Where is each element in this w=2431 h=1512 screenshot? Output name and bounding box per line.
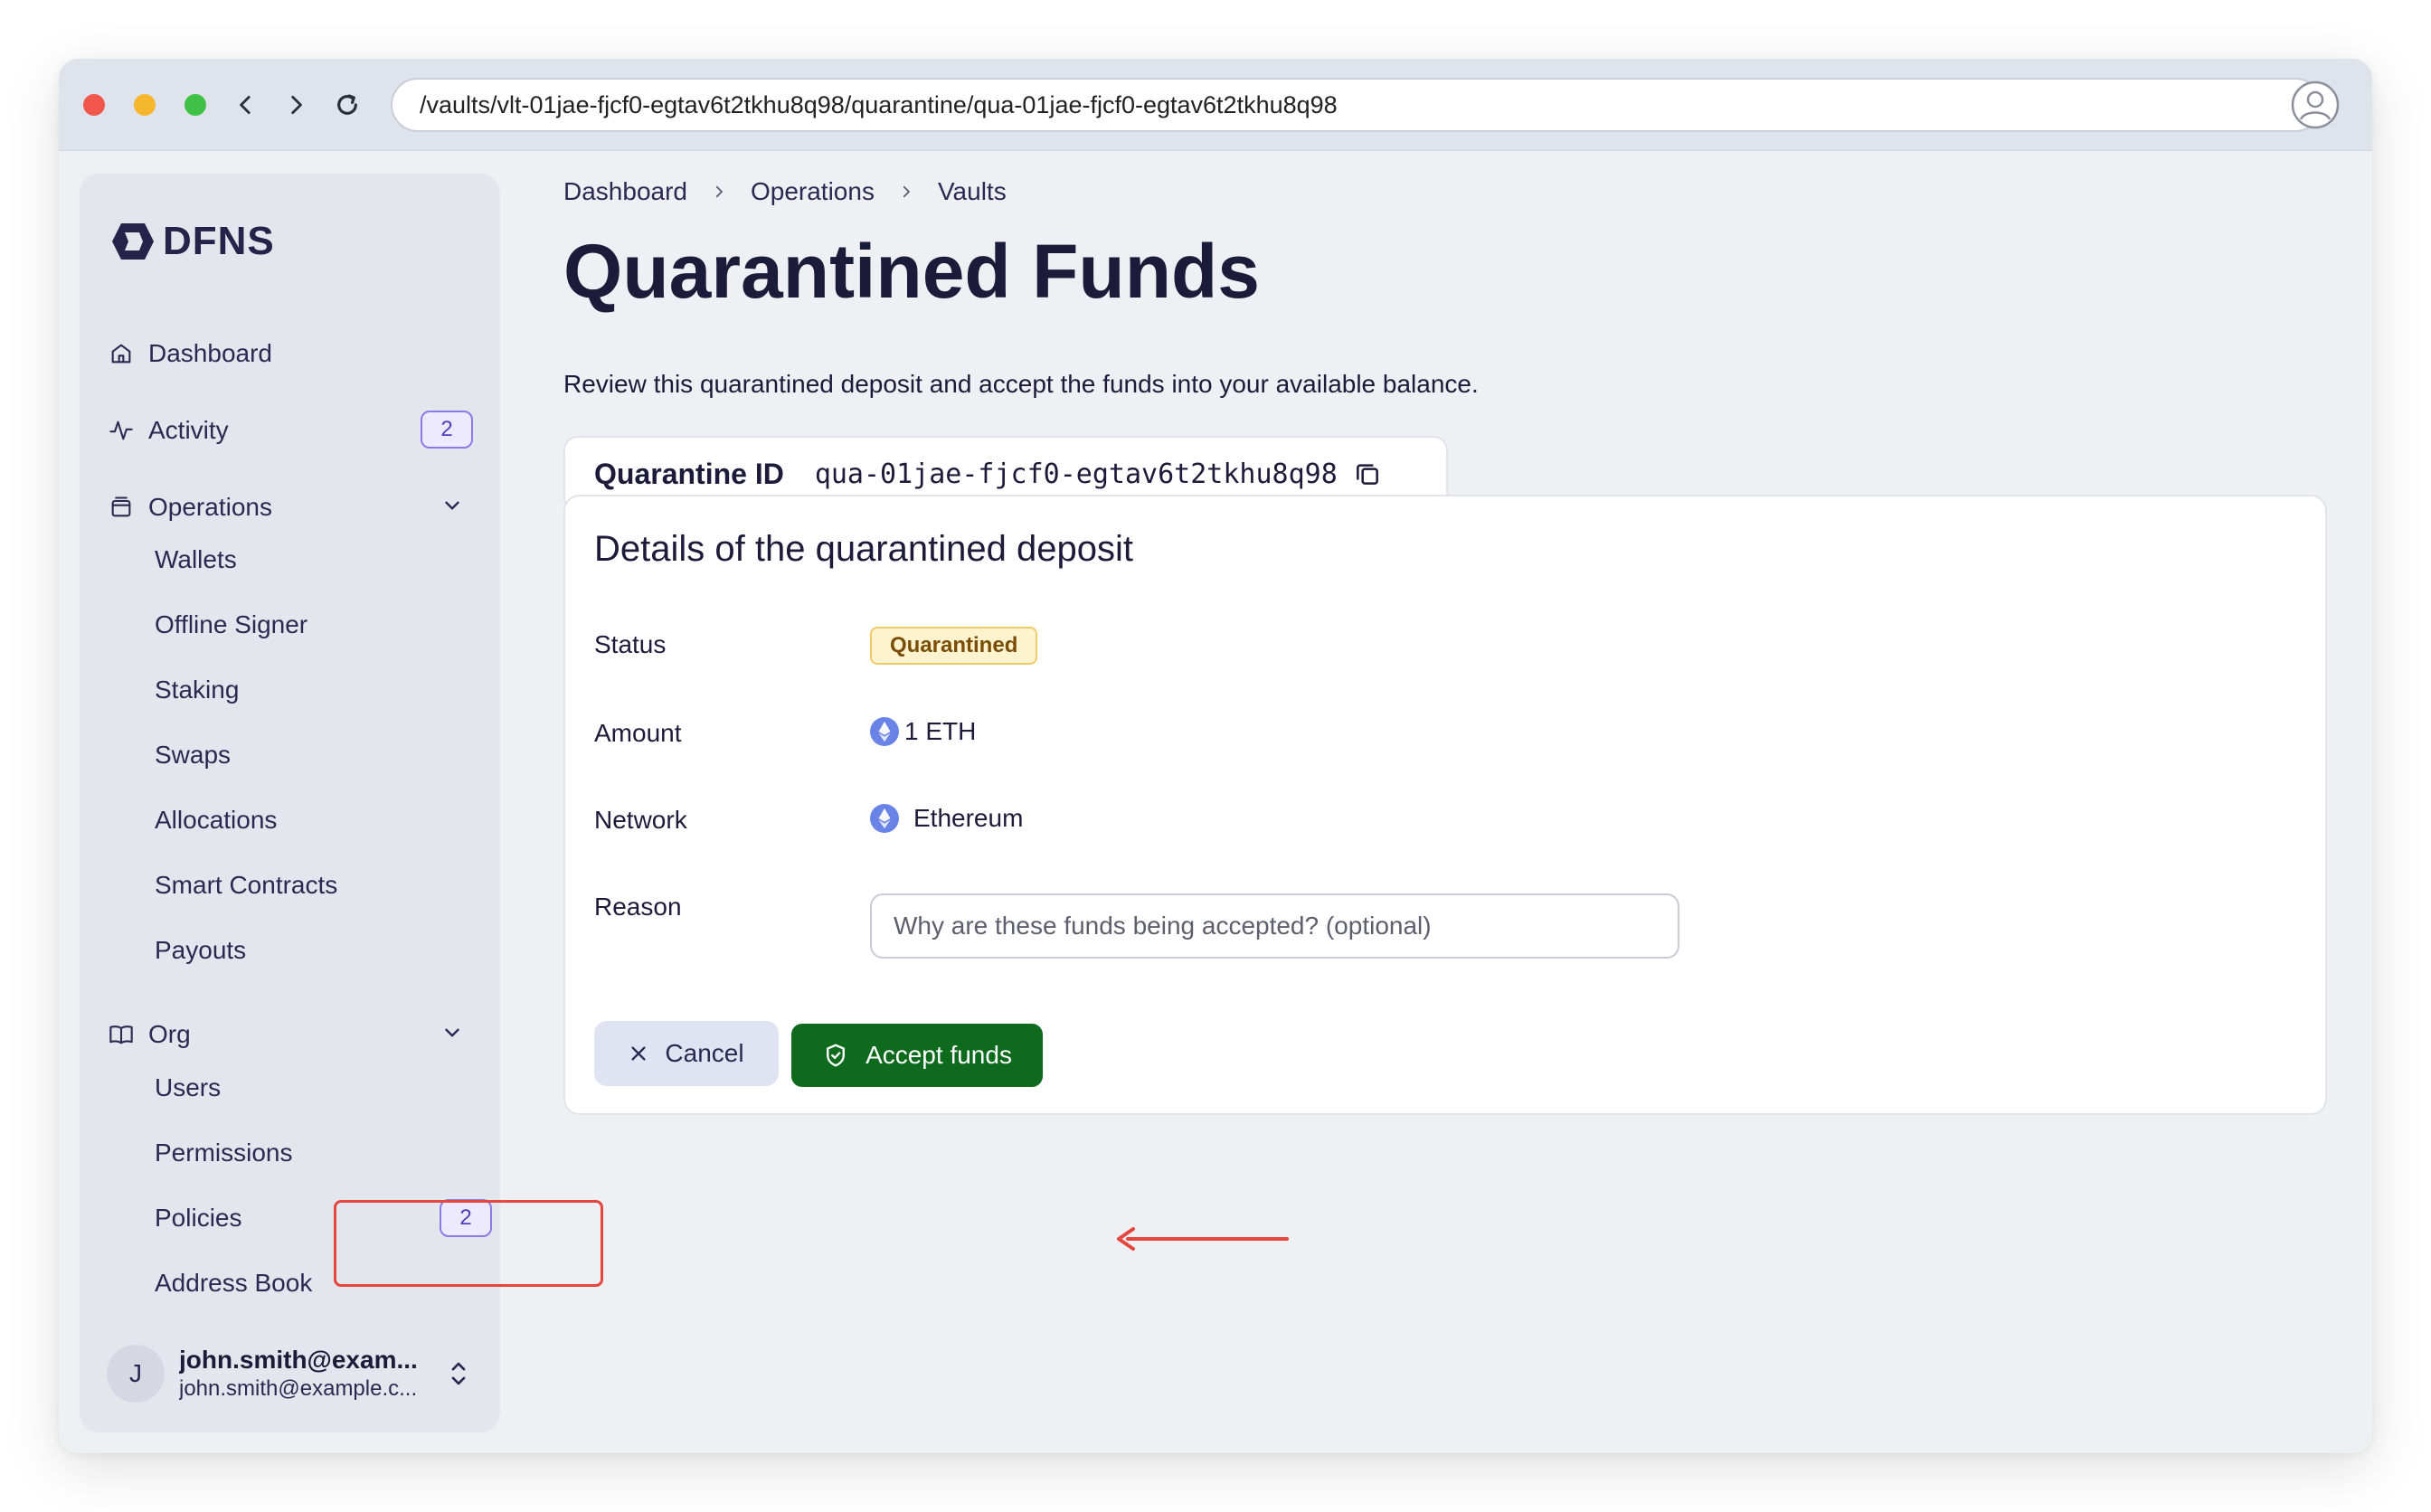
avatar: J xyxy=(107,1345,165,1403)
accept-label: Accept funds xyxy=(866,1041,1012,1069)
sidebar-item-label: Activity xyxy=(148,416,229,444)
minimize-window-button[interactable] xyxy=(134,94,156,116)
amount-label: Amount xyxy=(594,719,682,747)
user-circle-icon xyxy=(2291,80,2340,129)
details-title: Details of the quarantined deposit xyxy=(594,529,1133,569)
quarantine-id-label: Quarantine ID xyxy=(594,457,784,490)
chevron-down-icon[interactable] xyxy=(440,1021,464,1044)
dfns-logo[interactable]: DFNS xyxy=(109,219,275,264)
chevron-right-icon xyxy=(711,184,727,200)
chevron-down-icon[interactable] xyxy=(440,494,464,517)
chevron-up-down-icon xyxy=(451,1362,466,1385)
browser-window: /vaults/vlt-01jae-fjcf0-egtav6t2tkhu8q98… xyxy=(59,59,2372,1453)
sidebar: DFNS Dashboard Activity 2 Operations Wal… xyxy=(80,174,500,1432)
back-button[interactable] xyxy=(228,87,264,123)
sidebar-item-smart-contracts[interactable]: Smart Contracts xyxy=(155,863,337,908)
network-text: Ethereum xyxy=(913,804,1024,832)
breadcrumb-operations[interactable]: Operations xyxy=(751,177,875,206)
sidebar-item-dashboard[interactable]: Dashboard xyxy=(107,326,473,381)
sidebar-item-org[interactable]: Org xyxy=(107,1007,473,1062)
sidebar-item-operations[interactable]: Operations xyxy=(107,480,473,534)
sidebar-item-address-book[interactable]: Address Book xyxy=(155,1261,312,1306)
activity-icon xyxy=(107,416,136,445)
chevron-right-icon xyxy=(291,95,302,115)
user-name: john.smith@exam... xyxy=(179,1346,418,1374)
deposit-details-card: Details of the quarantined deposit Statu… xyxy=(563,495,2327,1115)
sidebar-item-permissions[interactable]: Permissions xyxy=(155,1130,292,1176)
reload-icon xyxy=(337,94,357,115)
cancel-button[interactable]: Cancel xyxy=(594,1021,779,1086)
annotation-arrow-icon xyxy=(1117,1227,1289,1251)
user-menu[interactable]: J john.smith@exam... john.smith@example.… xyxy=(107,1340,478,1407)
sidebar-item-label: Dashboard xyxy=(148,339,272,367)
status-badge: Quarantined xyxy=(870,627,1038,665)
activity-count-badge: 2 xyxy=(421,411,473,449)
ethereum-icon xyxy=(870,804,899,833)
policies-count-badge: 2 xyxy=(440,1199,492,1237)
sidebar-item-staking[interactable]: Staking xyxy=(155,667,239,713)
chevron-right-icon xyxy=(898,184,914,200)
reload-button[interactable] xyxy=(329,87,365,123)
breadcrumb: Dashboard Operations Vaults xyxy=(563,177,1007,206)
user-email: john.smith@example.c... xyxy=(179,1376,418,1401)
dfns-logo-icon xyxy=(112,223,154,260)
address-bar[interactable]: /vaults/vlt-01jae-fjcf0-egtav6t2tkhu8q98… xyxy=(391,78,2322,132)
close-icon xyxy=(631,1046,647,1061)
copy-icon xyxy=(1356,464,1378,485)
accept-funds-button[interactable]: Accept funds xyxy=(791,1024,1043,1087)
sidebar-item-policies[interactable]: Policies xyxy=(155,1195,241,1241)
operations-icon xyxy=(107,493,136,522)
page-title: Quarantined Funds xyxy=(563,229,1261,314)
sidebar-item-label: Org xyxy=(148,1020,191,1048)
sidebar-item-allocations[interactable]: Allocations xyxy=(155,798,277,843)
book-icon xyxy=(107,1020,136,1049)
logo-text: DFNS xyxy=(163,219,275,263)
sidebar-item-offline-signer[interactable]: Offline Signer xyxy=(155,602,307,647)
maximize-window-button[interactable] xyxy=(184,94,206,116)
copy-button[interactable] xyxy=(1350,457,1385,491)
amount-text: 1 ETH xyxy=(904,717,977,745)
browser-profile-button[interactable] xyxy=(2288,78,2342,132)
status-label: Status xyxy=(594,630,667,658)
close-window-button[interactable] xyxy=(83,94,105,116)
sidebar-item-label: Operations xyxy=(148,493,272,521)
forward-button[interactable] xyxy=(278,87,314,123)
sidebar-item-swaps[interactable]: Swaps xyxy=(155,732,231,778)
sidebar-item-users[interactable]: Users xyxy=(155,1065,221,1110)
browser-toolbar: /vaults/vlt-01jae-fjcf0-egtav6t2tkhu8q98… xyxy=(59,59,2372,151)
breadcrumb-vaults[interactable]: Vaults xyxy=(938,177,1007,206)
network-label: Network xyxy=(594,806,687,834)
ethereum-icon xyxy=(870,717,899,746)
reason-label: Reason xyxy=(594,893,682,921)
shield-check-icon xyxy=(827,1044,845,1067)
sidebar-item-activity[interactable]: Activity 2 xyxy=(107,403,473,458)
address-url: /vaults/vlt-01jae-fjcf0-egtav6t2tkhu8q98… xyxy=(420,90,1338,118)
chevron-left-icon xyxy=(240,95,251,115)
sidebar-item-wallets[interactable]: Wallets xyxy=(155,537,237,582)
reason-input[interactable] xyxy=(870,893,1679,959)
page-subtitle: Review this quarantined deposit and acce… xyxy=(563,370,1479,398)
quarantine-id-value: qua-01jae-fjcf0-egtav6t2tkhu8q98 xyxy=(814,458,1338,490)
amount-value: 1 ETH xyxy=(870,717,976,746)
network-value: Ethereum xyxy=(870,804,1023,833)
sidebar-item-payouts[interactable]: Payouts xyxy=(155,928,246,973)
home-icon xyxy=(107,339,136,368)
breadcrumb-dashboard[interactable]: Dashboard xyxy=(563,177,687,206)
cancel-label: Cancel xyxy=(665,1039,744,1067)
user-info: john.smith@exam... john.smith@example.c.… xyxy=(179,1346,432,1402)
